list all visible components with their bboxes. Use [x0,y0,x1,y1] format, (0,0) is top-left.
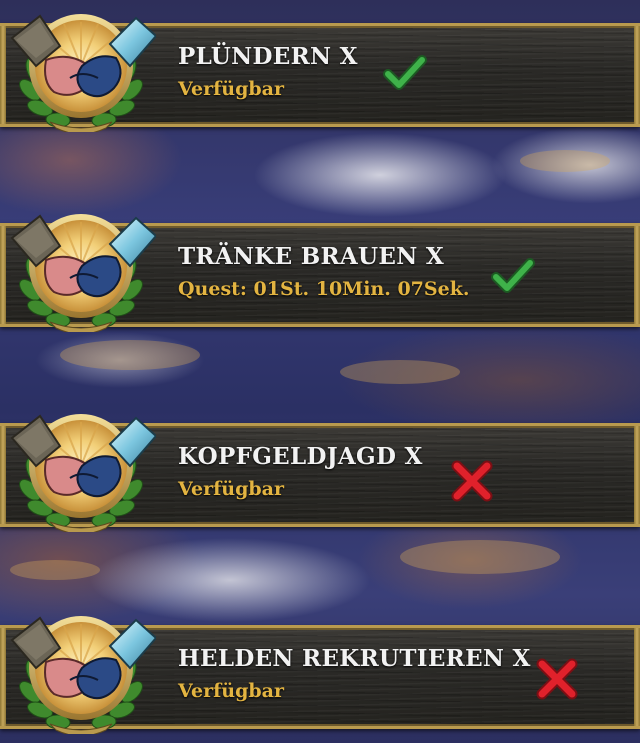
mission-title: KOPFGELDJAGD X [178,443,423,470]
mission-title: TRÄNKE BRAUEN X [178,243,444,270]
mission-title: PLÜNDERN X [178,43,358,70]
mission-timer: Quest: 01St. 10Min. 07Sek. [178,278,470,300]
check-icon[interactable] [382,50,428,96]
cross-icon[interactable] [449,458,495,504]
handshake-emblem-icon [11,615,156,734]
mission-status: Verfügbar [178,478,284,500]
handshake-emblem-icon [11,213,156,332]
mission-status: Verfügbar [178,78,284,100]
check-icon[interactable] [490,253,536,299]
handshake-emblem-icon [11,413,156,532]
handshake-emblem-icon [11,13,156,132]
mission-status: Verfügbar [178,680,284,702]
mission-title: HELDEN REKRUTIEREN X [178,645,531,672]
cross-icon[interactable] [534,656,580,702]
